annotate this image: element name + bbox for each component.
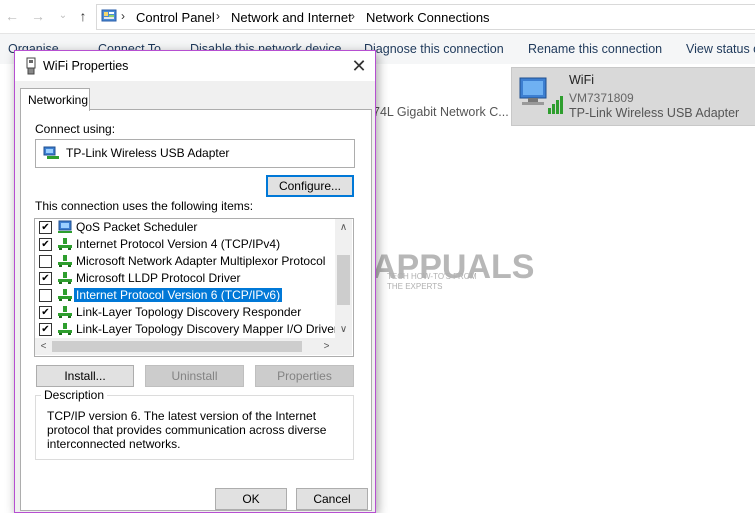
checked-checkbox[interactable]: ✔ (39, 323, 52, 336)
list-item-label: Link-Layer Topology Discovery Mapper I/O… (76, 322, 338, 336)
list-item-label: Microsoft LLDP Protocol Driver (76, 271, 241, 285)
wifi-adapter-name: TP-Link Wireless USB Adapter (569, 106, 740, 120)
back-arrow-icon[interactable]: ← (2, 7, 22, 25)
wifi-network-name: VM7371809 (569, 91, 634, 105)
checked-checkbox[interactable]: ✔ (39, 272, 52, 285)
protocol-icon (58, 289, 72, 301)
list-item[interactable]: ✔ Link-Layer Topology Discovery Mapper I/… (35, 321, 338, 338)
control-panel-icon (101, 9, 117, 22)
wifi-adapter-icon (519, 77, 563, 114)
forward-arrow-icon[interactable]: → (28, 7, 48, 25)
watermark-tagline: TECH HOW-TO'S FROM THE EXPERTS (387, 272, 477, 291)
wifi-name: WiFi (569, 73, 594, 87)
breadcrumb-network-connections[interactable]: Network Connections (366, 10, 490, 25)
breadcrumb-network-and-internet[interactable]: Network and Internet (231, 10, 352, 25)
configure-button[interactable]: Configure... (266, 175, 354, 197)
address-bar-area: ← → ⌄ ↑ › Control Panel › Network and In… (0, 0, 755, 34)
connect-using-label: Connect using: (35, 122, 116, 136)
scroll-left-icon[interactable]: < (35, 338, 52, 355)
breadcrumb-separator: › (216, 9, 220, 23)
unchecked-checkbox[interactable] (39, 289, 52, 302)
protocol-icon (58, 238, 72, 250)
dialog-title-bar[interactable]: WiFi Properties ✕ (15, 51, 375, 81)
horizontal-scrollbar[interactable]: < > (35, 338, 335, 355)
list-item-label: Internet Protocol Version 6 (TCP/IPv6) (72, 287, 284, 303)
diagnose-connection-command[interactable]: Diagnose this connection (364, 42, 504, 56)
protocol-icon (58, 272, 72, 284)
description-text: TCP/IP version 6. The latest version of … (47, 409, 327, 451)
up-arrow-icon[interactable]: ↑ (73, 7, 93, 25)
view-status-command[interactable]: View status of (686, 42, 755, 56)
scroll-thumb[interactable] (52, 341, 302, 352)
uninstall-button[interactable]: Uninstall (145, 365, 244, 387)
breadcrumb-control-panel[interactable]: Control Panel (136, 10, 215, 25)
description-label: Description (41, 388, 108, 402)
tab-networking-label: Networking (28, 93, 89, 107)
network-adapter-icon (43, 146, 59, 159)
list-item-label: Microsoft Network Adapter Multiplexor Pr… (76, 254, 326, 268)
adapter-field: TP-Link Wireless USB Adapter (35, 139, 355, 168)
close-icon[interactable]: ✕ (348, 55, 370, 77)
rename-connection-command[interactable]: Rename this connection (528, 42, 662, 56)
checked-checkbox[interactable]: ✔ (39, 221, 52, 234)
ok-button[interactable]: OK (215, 488, 287, 510)
recent-dropdown-icon[interactable]: ⌄ (53, 7, 73, 25)
items-label: This connection uses the following items… (35, 199, 254, 213)
address-field[interactable]: › Control Panel › Network and Internet ›… (96, 4, 755, 30)
list-item[interactable]: ✔ QoS Packet Scheduler (35, 219, 335, 236)
checked-checkbox[interactable]: ✔ (39, 238, 52, 251)
protocol-icon (58, 323, 72, 335)
usb-adapter-icon (26, 57, 36, 75)
vertical-scrollbar[interactable]: ∧ ∨ (335, 219, 352, 338)
list-item-label: Link-Layer Topology Discovery Responder (76, 305, 302, 319)
scroll-right-icon[interactable]: > (318, 338, 335, 355)
list-item-label: Internet Protocol Version 4 (TCP/IPv4) (76, 237, 281, 251)
qos-icon (58, 220, 72, 233)
install-button[interactable]: Install... (36, 365, 134, 387)
scroll-down-icon[interactable]: ∨ (335, 321, 352, 338)
tab-networking[interactable]: Networking (20, 88, 90, 111)
scroll-thumb[interactable] (337, 255, 350, 305)
scroll-up-icon[interactable]: ∧ (335, 219, 352, 236)
protocol-icon (58, 306, 72, 318)
scrollbar-corner (335, 338, 352, 355)
unchecked-checkbox[interactable] (39, 255, 52, 268)
list-item[interactable]: ✔ Microsoft LLDP Protocol Driver (35, 270, 335, 287)
breadcrumb-separator: › (121, 9, 125, 23)
list-item-label: QoS Packet Scheduler (76, 220, 198, 234)
cancel-button[interactable]: Cancel (296, 488, 368, 510)
protocol-icon (58, 255, 72, 267)
items-list[interactable]: ✔ QoS Packet Scheduler ✔ Internet Protocol … (34, 218, 354, 357)
dialog-title: WiFi Properties (43, 59, 129, 73)
adapter-name: TP-Link Wireless USB Adapter (66, 146, 230, 160)
wifi-connection-tile[interactable]: WiFi VM7371809 TP-Link Wireless USB Adap… (511, 67, 755, 126)
wifi-properties-dialog: WiFi Properties ✕ Networking Connect usi… (14, 50, 376, 513)
breadcrumb-separator: › (351, 9, 355, 23)
properties-button[interactable]: Properties (255, 365, 354, 387)
list-item[interactable]: ✔ Internet Protocol Version 4 (TCP/IPv4) (35, 236, 335, 253)
checked-checkbox[interactable]: ✔ (39, 306, 52, 319)
list-item[interactable]: Internet Protocol Version 6 (TCP/IPv6) (35, 287, 335, 304)
ethernet-adapter-label: 74L Gigabit Network C... (373, 105, 509, 119)
list-item[interactable]: ✔ Link-Layer Topology Discovery Responder (35, 304, 335, 321)
list-item[interactable]: Microsoft Network Adapter Multiplexor Pr… (35, 253, 335, 270)
